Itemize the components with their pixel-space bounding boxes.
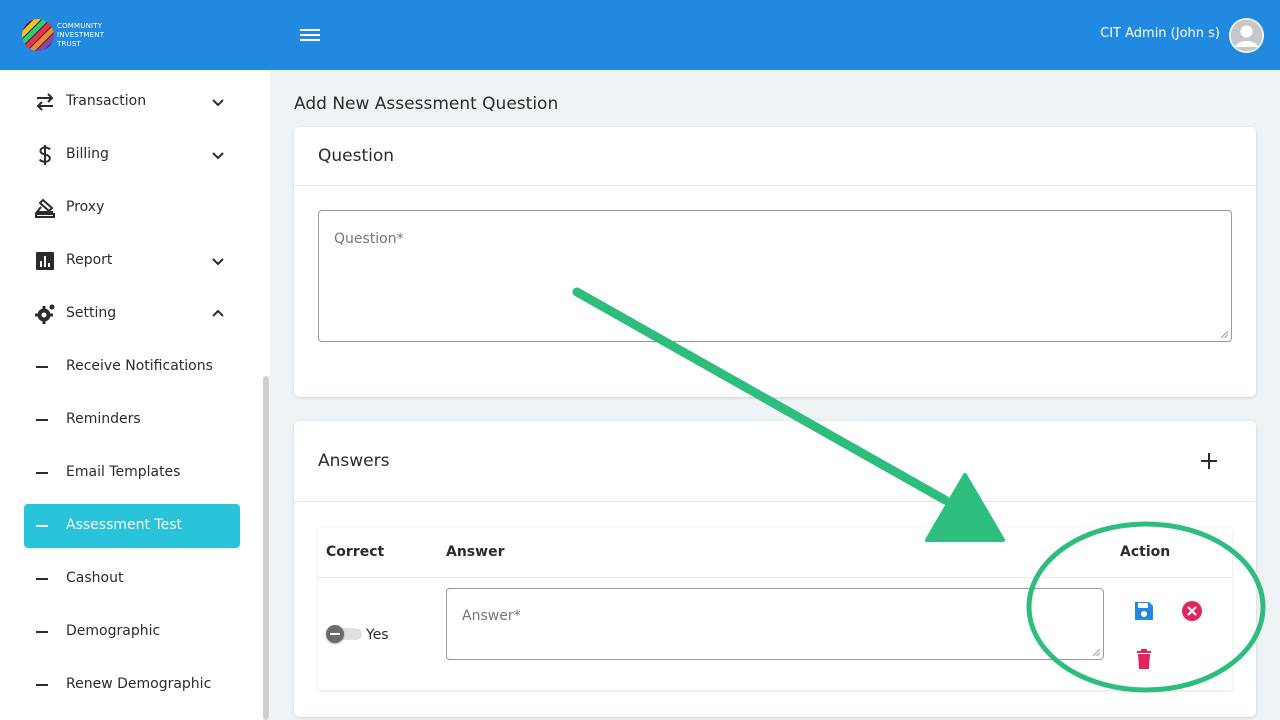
question-placeholder: Question* xyxy=(334,231,404,247)
delete-answer-button[interactable] xyxy=(1132,647,1156,671)
question-card: Question Question* xyxy=(294,127,1256,397)
sidebar-item-label: Receive Notifications xyxy=(66,358,213,374)
trash-icon xyxy=(1137,649,1151,669)
sidebar-item-label: Setting xyxy=(66,305,117,321)
cancel-icon xyxy=(1182,601,1202,621)
logo-text: COMMUNITY INVESTMENT TRUST xyxy=(57,22,105,48)
question-textarea[interactable]: Question* xyxy=(318,210,1232,342)
sidebar-scrollbar[interactable] xyxy=(263,376,269,720)
sidebar-item-billing[interactable]: Billing xyxy=(24,133,240,177)
sidebar-item-proxy[interactable]: Proxy xyxy=(24,186,240,230)
save-icon xyxy=(1135,602,1153,620)
chevron-down-icon[interactable] xyxy=(208,92,228,112)
top-app-bar: COMMUNITY INVESTMENT TRUST CIT Admin (Jo… xyxy=(0,0,1280,70)
sidebar-item-report[interactable]: Report xyxy=(24,239,240,283)
sidebar: Transaction Billing Proxy Report Setting xyxy=(0,70,270,720)
dash-icon xyxy=(36,366,48,368)
chevron-down-icon[interactable] xyxy=(208,251,228,271)
toggle-knob xyxy=(326,625,344,643)
sidebar-item-label: Reminders xyxy=(66,411,141,427)
column-header-action: Action xyxy=(1120,544,1171,560)
logo[interactable]: COMMUNITY INVESTMENT TRUST xyxy=(22,19,122,51)
dash-icon xyxy=(36,472,48,474)
sidebar-subitem-demographic[interactable]: Demographic xyxy=(24,610,240,654)
sidebar-subitem-renew-demographic[interactable]: Renew Demographic xyxy=(24,663,240,707)
chevron-down-icon[interactable] xyxy=(208,145,228,165)
plus-icon xyxy=(1201,453,1217,469)
dollar-icon xyxy=(34,144,56,166)
question-card-header: Question xyxy=(294,127,1256,186)
avatar[interactable] xyxy=(1229,18,1264,53)
logo-mark-icon xyxy=(22,19,54,51)
add-answer-button[interactable] xyxy=(1198,450,1220,472)
answers-card-header: Answers xyxy=(294,421,1256,502)
save-answer-button[interactable] xyxy=(1132,599,1156,623)
sidebar-item-label: Report xyxy=(66,252,113,268)
sidebar-item-label: Renew Demographic xyxy=(66,676,212,692)
sidebar-item-label: Assessment Test xyxy=(66,517,182,533)
dash-icon xyxy=(36,631,48,633)
dash-icon xyxy=(36,525,48,527)
table-header-divider xyxy=(318,577,1232,578)
sidebar-subitem-assessment-test[interactable]: Assessment Test xyxy=(24,504,240,548)
dash-icon xyxy=(36,684,48,686)
dash-icon xyxy=(36,578,48,580)
column-header-correct: Correct xyxy=(326,544,385,560)
arrows-swap-icon xyxy=(34,91,56,113)
gear-icon xyxy=(34,303,56,325)
sidebar-subitem-email-templates[interactable]: Email Templates xyxy=(24,451,240,495)
sidebar-item-label: Billing xyxy=(66,146,109,162)
resize-handle-icon[interactable] xyxy=(1221,331,1228,338)
user-name[interactable]: CIT Admin (John s) xyxy=(1100,26,1220,41)
hamburger-menu-icon[interactable] xyxy=(298,23,322,47)
bar-chart-icon xyxy=(34,250,56,272)
sidebar-item-setting[interactable]: Setting xyxy=(24,292,240,336)
answers-card-title: Answers xyxy=(318,451,390,471)
chevron-up-icon[interactable] xyxy=(208,304,228,324)
answers-card: Answers Correct Answer Action Yes Answer… xyxy=(294,421,1256,717)
sidebar-item-label: Cashout xyxy=(66,570,124,586)
sidebar-subitem-reminders[interactable]: Reminders xyxy=(24,398,240,442)
sidebar-subitem-receive-notifications[interactable]: Receive Notifications xyxy=(24,345,240,389)
resize-handle-icon[interactable] xyxy=(1093,649,1100,656)
page-title: Add New Assessment Question xyxy=(294,94,559,114)
stamp-icon xyxy=(34,197,56,219)
question-card-title: Question xyxy=(318,146,395,166)
answer-textarea[interactable]: Answer* xyxy=(446,588,1104,660)
answer-placeholder: Answer* xyxy=(462,608,521,624)
sidebar-item-label: Email Templates xyxy=(66,464,181,480)
correct-toggle[interactable] xyxy=(326,625,362,643)
column-header-answer: Answer xyxy=(446,544,505,560)
sidebar-item-transaction[interactable]: Transaction xyxy=(24,80,240,124)
toggle-label: Yes xyxy=(366,627,389,643)
cancel-answer-button[interactable] xyxy=(1180,599,1204,623)
dash-icon xyxy=(36,419,48,421)
answers-table: Correct Answer Action Yes Answer* xyxy=(318,528,1232,690)
sidebar-item-label: Transaction xyxy=(66,93,147,109)
sidebar-item-label: Demographic xyxy=(66,623,161,639)
sidebar-item-label: Proxy xyxy=(66,199,105,215)
sidebar-subitem-cashout[interactable]: Cashout xyxy=(24,557,240,601)
